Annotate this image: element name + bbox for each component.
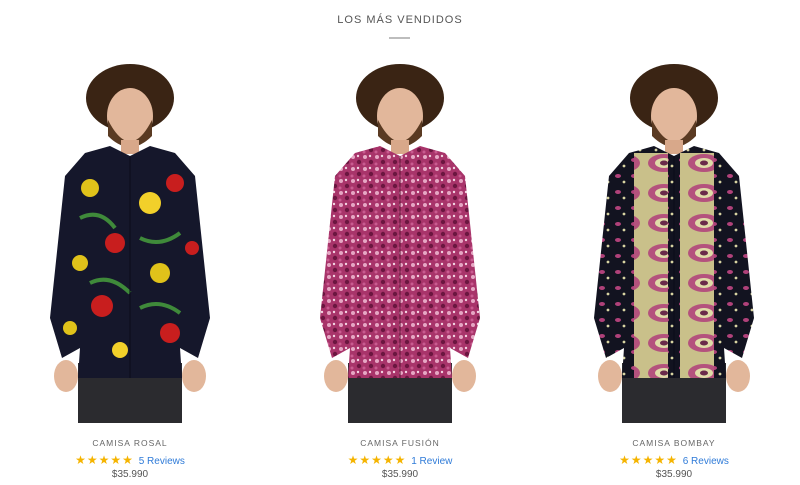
star-rating-icon: ★★★★★ [75, 453, 134, 467]
product-name[interactable]: CAMISA ROSAL [20, 438, 240, 448]
product-card[interactable]: CAMISA BOMBAY ★★★★★ 6 Reviews $35.990 [564, 58, 784, 480]
product-rating: ★★★★★ 1 Review [290, 454, 510, 468]
product-name[interactable]: CAMISA BOMBAY [564, 438, 784, 448]
star-rating-icon: ★★★★★ [347, 453, 407, 467]
reviews-link[interactable]: 5 Reviews [139, 456, 185, 467]
section-title: LOS MÁS VENDIDOS [337, 14, 463, 26]
product-card[interactable]: CAMISA FUSIÓN ★★★★★ 1 Review $35.990 [290, 58, 510, 480]
product-photo[interactable] [20, 58, 240, 423]
product-rating: ★★★★★ 5 Reviews [20, 454, 240, 468]
product-price: $35.990 [381, 469, 419, 480]
product-photo[interactable] [290, 58, 510, 423]
reviews-link[interactable]: 6 Reviews [683, 456, 729, 467]
product-card[interactable]: CAMISA ROSAL ★★★★★ 5 Reviews $35.990 [20, 58, 240, 480]
reviews-link[interactable]: 1 Review [411, 456, 452, 467]
product-rating: ★★★★★ 6 Reviews [564, 454, 784, 468]
product-price: $35.990 [655, 469, 693, 480]
star-rating-icon: ★★★★★ [619, 453, 678, 467]
product-name[interactable]: CAMISA FUSIÓN [290, 438, 510, 448]
product-price: $35.990 [111, 469, 149, 480]
title-divider [389, 37, 410, 39]
product-photo[interactable] [564, 58, 784, 423]
